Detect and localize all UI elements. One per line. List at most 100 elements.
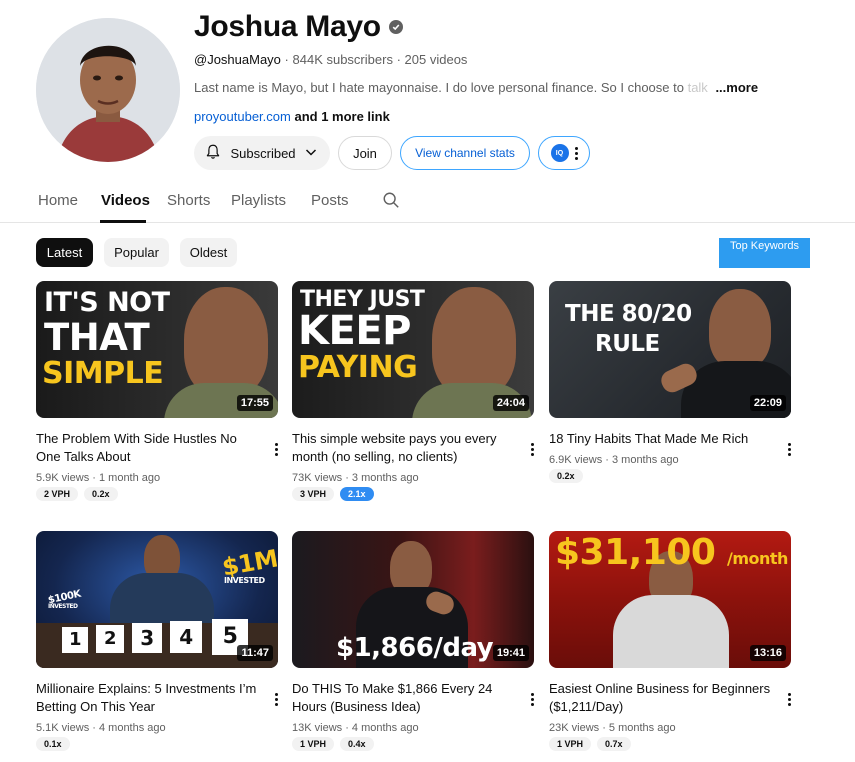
- more-vert-icon[interactable]: [275, 683, 278, 706]
- thumbnail-text: /month: [727, 549, 788, 568]
- stat-badges: 2 VPH 0.2x: [36, 487, 280, 501]
- channel-website-link[interactable]: proyoutuber.com: [194, 109, 291, 124]
- video-card[interactable]: THEY JUST KEEP PAYING 24:04 This simple …: [292, 281, 536, 501]
- view-count: 73K views: [292, 472, 343, 484]
- vph-badge: 1 VPH: [292, 737, 335, 751]
- upload-age: 3 months ago: [611, 454, 679, 466]
- video-thumbnail[interactable]: $1,866/day 19:41: [292, 531, 534, 668]
- view-channel-stats-button[interactable]: View channel stats: [400, 136, 530, 170]
- video-title[interactable]: Do THIS To Make $1,866 Every 24 Hours (B…: [292, 680, 516, 716]
- meta-separator: ·: [396, 52, 401, 67]
- more-vert-icon[interactable]: [531, 433, 534, 456]
- upload-age: 5 months ago: [608, 722, 676, 734]
- video-card[interactable]: THE 80/20 RULE 22:09 18 Tiny Habits That…: [549, 281, 793, 483]
- chip-oldest[interactable]: Oldest: [180, 238, 237, 267]
- meta-separator: ·: [284, 52, 289, 67]
- video-meta: 13K views · 4 months ago: [292, 722, 419, 734]
- outlier-badge: 0.4x: [340, 737, 374, 751]
- channel-name-text: Joshua Mayo: [194, 10, 381, 43]
- top-keywords-button[interactable]: Top Keywords: [719, 238, 810, 268]
- thumbnail-text: IT'S NOT: [44, 287, 170, 318]
- verified-check-icon: [388, 20, 403, 34]
- video-card[interactable]: $1,866/day 19:41 Do THIS To Make $1,866 …: [292, 531, 536, 751]
- extension-menu-button[interactable]: IQ: [538, 136, 590, 170]
- subscribed-button[interactable]: Subscribed: [194, 136, 330, 170]
- join-button[interactable]: Join: [338, 136, 392, 170]
- video-thumbnail[interactable]: THEY JUST KEEP PAYING 24:04: [292, 281, 534, 418]
- subscribed-label: Subscribed: [230, 145, 296, 161]
- video-duration: 17:55: [236, 395, 273, 411]
- tab-posts[interactable]: Posts: [311, 192, 349, 209]
- video-title[interactable]: Millionaire Explains: 5 Investments I’m …: [36, 680, 260, 716]
- video-card[interactable]: $1M INVESTED $100K INVESTED 1 2 3 4 5 11…: [36, 531, 280, 751]
- description-more-link[interactable]: ...more: [715, 80, 758, 95]
- more-vert-icon[interactable]: [788, 683, 791, 706]
- stat-badges: 0.2x: [549, 469, 793, 483]
- search-icon[interactable]: [382, 191, 400, 214]
- video-duration: 19:41: [492, 645, 529, 661]
- view-count: 23K views: [549, 722, 600, 734]
- video-card[interactable]: IT'S NOT THAT SIMPLE 17:55 The Problem W…: [36, 281, 280, 501]
- video-thumbnail[interactable]: $1M INVESTED $100K INVESTED 1 2 3 4 5 11…: [36, 531, 278, 668]
- thumbnail-text: $1,866/day: [336, 633, 494, 663]
- channel-description[interactable]: Last name is Mayo, but I hate mayonnaise…: [194, 80, 758, 95]
- channel-action-buttons: Subscribed Join View channel stats IQ: [194, 136, 590, 170]
- more-vert-icon[interactable]: [531, 683, 534, 706]
- video-title[interactable]: The Problem With Side Hustles No One Tal…: [36, 430, 260, 466]
- chip-latest[interactable]: Latest: [36, 238, 93, 267]
- channel-links: proyoutuber.com and 1 more link: [194, 109, 390, 124]
- thumbnail-text: INVESTED: [224, 576, 265, 585]
- video-meta: 5.1K views · 4 months ago: [36, 722, 166, 734]
- bell-icon: [204, 143, 222, 164]
- view-count: 13K views: [292, 722, 343, 734]
- tab-shorts[interactable]: Shorts: [167, 192, 210, 209]
- channel-meta: @JoshuaMayo · 844K subscribers · 205 vid…: [194, 52, 467, 67]
- video-thumbnail[interactable]: $31,100 /month 13:16: [549, 531, 791, 668]
- thumbnail-text: RULE: [595, 331, 660, 357]
- video-title[interactable]: Easiest Online Business for Beginners ($…: [549, 680, 773, 716]
- thumbnail-text: THE 80/20: [565, 301, 692, 327]
- video-thumbnail[interactable]: THE 80/20 RULE 22:09: [549, 281, 791, 418]
- extension-badge: IQ: [550, 144, 569, 162]
- channel-handle: @JoshuaMayo: [194, 52, 281, 67]
- video-meta: 23K views · 5 months ago: [549, 722, 676, 734]
- subscriber-count: 844K subscribers: [292, 52, 393, 67]
- more-links-link[interactable]: and 1 more link: [294, 109, 389, 124]
- description-text: Last name is Mayo, but I hate mayonnaise…: [194, 80, 688, 95]
- video-title[interactable]: 18 Tiny Habits That Made Me Rich: [549, 430, 773, 448]
- upload-age: 4 months ago: [351, 722, 419, 734]
- outlier-badge: 0.2x: [84, 487, 118, 501]
- chevron-down-icon: [304, 145, 318, 162]
- video-meta: 6.9K views · 3 months ago: [549, 454, 679, 466]
- vph-badge: 2 VPH: [36, 487, 79, 501]
- video-meta: 73K views · 3 months ago: [292, 472, 419, 484]
- more-vert-icon: [574, 146, 578, 160]
- stat-badges: 1 VPH 0.7x: [549, 737, 793, 751]
- chip-popular[interactable]: Popular: [104, 238, 169, 267]
- outlier-badge: 0.2x: [549, 469, 583, 483]
- thumbnail-text: THAT: [44, 316, 150, 359]
- video-thumbnail[interactable]: IT'S NOT THAT SIMPLE 17:55: [36, 281, 278, 418]
- video-title[interactable]: This simple website pays you every month…: [292, 430, 516, 466]
- thumbnail-text: PAYING: [298, 350, 418, 385]
- thumbnail-text: SIMPLE: [42, 356, 164, 391]
- tab-home[interactable]: Home: [38, 192, 78, 209]
- more-vert-icon[interactable]: [275, 433, 278, 456]
- thumbnail-text: $31,100: [555, 532, 716, 573]
- upload-age: 1 month ago: [98, 472, 161, 484]
- tab-videos[interactable]: Videos: [101, 192, 150, 209]
- thumbnail-text: 4: [170, 621, 202, 653]
- tab-playlists[interactable]: Playlists: [231, 192, 286, 209]
- thumbnail-text: INVESTED: [48, 603, 78, 610]
- avatar-portrait: [36, 18, 180, 162]
- thumbnail-text: 2: [96, 625, 124, 653]
- view-count: 6.9K views: [549, 454, 603, 466]
- view-count: 5.1K views: [36, 722, 90, 734]
- more-vert-icon[interactable]: [788, 433, 791, 456]
- active-tab-indicator: [100, 220, 146, 223]
- video-card[interactable]: $31,100 /month 13:16 Easiest Online Busi…: [549, 531, 793, 751]
- channel-avatar[interactable]: [36, 18, 180, 162]
- outlier-badge: 2.1x: [340, 487, 374, 501]
- channel-name: Joshua Mayo: [194, 10, 403, 44]
- vph-badge: 3 VPH: [292, 487, 335, 501]
